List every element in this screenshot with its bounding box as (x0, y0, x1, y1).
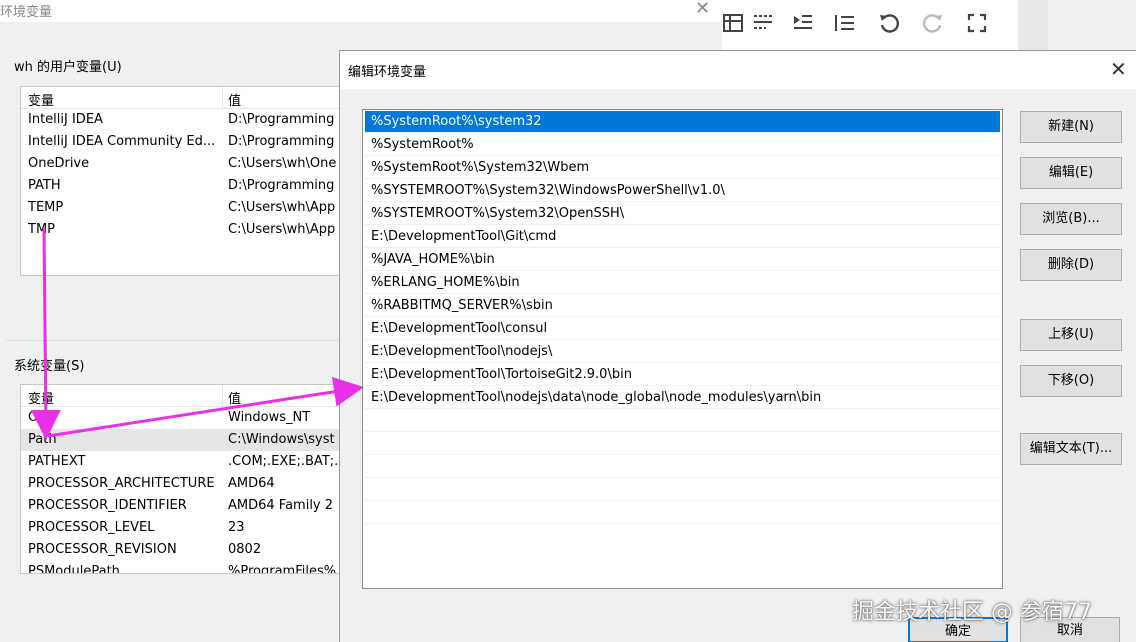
delete-button[interactable]: 删除(D) (1020, 249, 1122, 281)
table-row[interactable]: OneDrive C:\Users\wh\One (21, 153, 341, 175)
fullscreen-icon[interactable] (966, 12, 988, 40)
table-row[interactable]: IntelliJ IDEA Community Ed... D:\Programm… (21, 131, 341, 153)
var-name: OneDrive (28, 156, 90, 171)
var-value: 0802 (228, 542, 262, 557)
var-value: %ProgramFiles% (228, 564, 337, 574)
system-vars-header: 变量 值 (21, 385, 341, 407)
var-name: OS (28, 410, 47, 425)
new-button[interactable]: 新建(N) (1020, 111, 1122, 143)
user-vars-label: wh 的用户变量(U) (14, 60, 122, 75)
empty-list-slot[interactable] (365, 410, 1000, 432)
column-divider (222, 385, 223, 407)
var-name: PROCESSOR_ARCHITECTURE (28, 476, 215, 491)
table-row[interactable]: PATHEXT .COM;.EXE;.BAT;. (21, 451, 341, 473)
column-divider (222, 87, 223, 109)
list-item[interactable]: %SystemRoot% (365, 134, 1000, 156)
editor-toolbar (722, 0, 1018, 50)
table-row[interactable]: TEMP C:\Users\wh\App (21, 197, 341, 219)
list-item[interactable]: %SystemRoot%\System32\Wbem (365, 157, 1000, 179)
divider (6, 340, 346, 341)
edit-text-button[interactable]: 编辑文本(T)... (1020, 433, 1122, 465)
list-item[interactable]: %SystemRoot%\system32 (365, 111, 1000, 133)
var-name: Path (28, 432, 57, 447)
window-title: 环境变量 (0, 5, 53, 20)
list-item[interactable]: %SYSTEMROOT%\System32\WindowsPowerShell\… (365, 180, 1000, 202)
var-value: .COM;.EXE;.BAT;. (228, 454, 339, 469)
list-icon[interactable] (834, 12, 856, 40)
watermark: 掘金技术社区 @ 参宿77 (852, 600, 1092, 625)
close-icon[interactable]: ✕ (695, 0, 710, 19)
system-vars-list[interactable]: 变量 值 OS Windows_NT Path C:\Windows\syst PA… (20, 384, 342, 574)
var-value: C:\Users\wh\App (228, 200, 336, 215)
var-name: PROCESSOR_REVISION (28, 542, 177, 557)
list-item[interactable]: E:\DevelopmentTool\nodejs\data\node_glob… (365, 387, 1000, 409)
table-row[interactable]: PSModulePath %ProgramFiles% (21, 561, 341, 574)
edit-button[interactable]: 编辑(E) (1020, 157, 1122, 189)
table-row[interactable]: PROCESSOR_LEVEL 23 (21, 517, 341, 539)
var-value: C:\Users\wh\One (228, 156, 337, 171)
list-item[interactable]: E:\DevelopmentTool\TortoiseGit2.9.0\bin (365, 364, 1000, 386)
var-name: PROCESSOR_LEVEL (28, 520, 155, 535)
list-item[interactable]: E:\DevelopmentTool\nodejs\ (365, 341, 1000, 363)
move-down-button[interactable]: 下移(O) (1020, 365, 1122, 397)
empty-list-slot[interactable] (365, 456, 1000, 478)
list-item[interactable]: %RABBITMQ_SERVER%\sbin (365, 295, 1000, 317)
table-row[interactable]: IntelliJ IDEA D:\Programming (21, 109, 341, 131)
browse-button[interactable]: 浏览(B)... (1020, 203, 1122, 235)
table-icon[interactable] (722, 12, 744, 40)
user-vars-list[interactable]: 变量 值 IntelliJ IDEA D:\Programming Intelli… (20, 86, 342, 276)
var-name: IntelliJ IDEA Community Ed... (28, 134, 216, 149)
column-header-variable[interactable]: 变量 (28, 388, 54, 407)
var-value: 23 (228, 520, 245, 535)
var-value: Windows_NT (228, 410, 311, 425)
column-header-value[interactable]: 值 (228, 90, 241, 109)
list-item[interactable]: E:\DevelopmentTool\consul (365, 318, 1000, 340)
var-name: TMP (28, 222, 55, 237)
user-vars-header: 变量 值 (21, 87, 341, 109)
var-value: D:\Programming (228, 134, 335, 149)
list-item[interactable]: %SYSTEMROOT%\System32\OpenSSH\ (365, 203, 1000, 225)
list-item[interactable]: %JAVA_HOME%\bin (365, 249, 1000, 271)
table-row[interactable]: PROCESSOR_ARCHITECTURE AMD64 (21, 473, 341, 495)
var-name: IntelliJ IDEA (28, 112, 103, 127)
empty-list-slot[interactable] (365, 479, 1000, 501)
dialog-title: 编辑环境变量 (348, 65, 427, 80)
window-edge (1018, 0, 1048, 50)
var-name: PSModulePath (28, 564, 120, 574)
var-value: C:\Windows\syst (228, 432, 335, 447)
column-header-value[interactable]: 值 (228, 388, 241, 407)
path-list[interactable]: %SystemRoot%\system32 %SystemRoot% %Syst… (362, 109, 1003, 589)
table-row[interactable]: OS Windows_NT (21, 407, 341, 429)
table-row[interactable]: PROCESSOR_REVISION 0802 (21, 539, 341, 561)
move-up-button[interactable]: 上移(U) (1020, 319, 1122, 351)
var-value: AMD64 (228, 476, 275, 491)
column-header-variable[interactable]: 变量 (28, 90, 54, 109)
table-row[interactable]: PATH D:\Programming (21, 175, 341, 197)
list-item[interactable]: E:\DevelopmentTool\Git\cmd (365, 226, 1000, 248)
empty-list-slot[interactable] (365, 433, 1000, 455)
text-wrap-icon[interactable] (752, 12, 774, 40)
undo-icon[interactable] (878, 12, 900, 40)
edit-env-var-dialog: 编辑环境变量 ✕ %SystemRoot%\system32 %SystemRo… (339, 50, 1136, 642)
redo-icon[interactable] (922, 12, 944, 40)
table-row-selected[interactable]: Path C:\Windows\syst (21, 429, 341, 451)
window-title-bar: 环境变量 ✕ (0, 0, 722, 22)
var-value: AMD64 Family 2 (228, 498, 334, 513)
close-icon[interactable]: ✕ (1110, 57, 1127, 81)
table-row[interactable]: TMP C:\Users\wh\App (21, 219, 341, 241)
empty-list-slot[interactable] (365, 502, 1000, 524)
var-name: PROCESSOR_IDENTIFIER (28, 498, 187, 513)
var-value: D:\Programming (228, 112, 335, 127)
var-value: C:\Users\wh\App (228, 222, 336, 237)
var-name: PATH (28, 178, 61, 193)
system-vars-label: 系统变量(S) (14, 359, 85, 374)
var-value: D:\Programming (228, 178, 335, 193)
dialog-title-bar: 编辑环境变量 ✕ (340, 51, 1136, 89)
indent-icon[interactable] (792, 12, 814, 40)
table-row[interactable]: PROCESSOR_IDENTIFIER AMD64 Family 2 (21, 495, 341, 517)
var-name: TEMP (28, 200, 64, 215)
var-name: PATHEXT (28, 454, 86, 469)
list-item[interactable]: %ERLANG_HOME%\bin (365, 272, 1000, 294)
